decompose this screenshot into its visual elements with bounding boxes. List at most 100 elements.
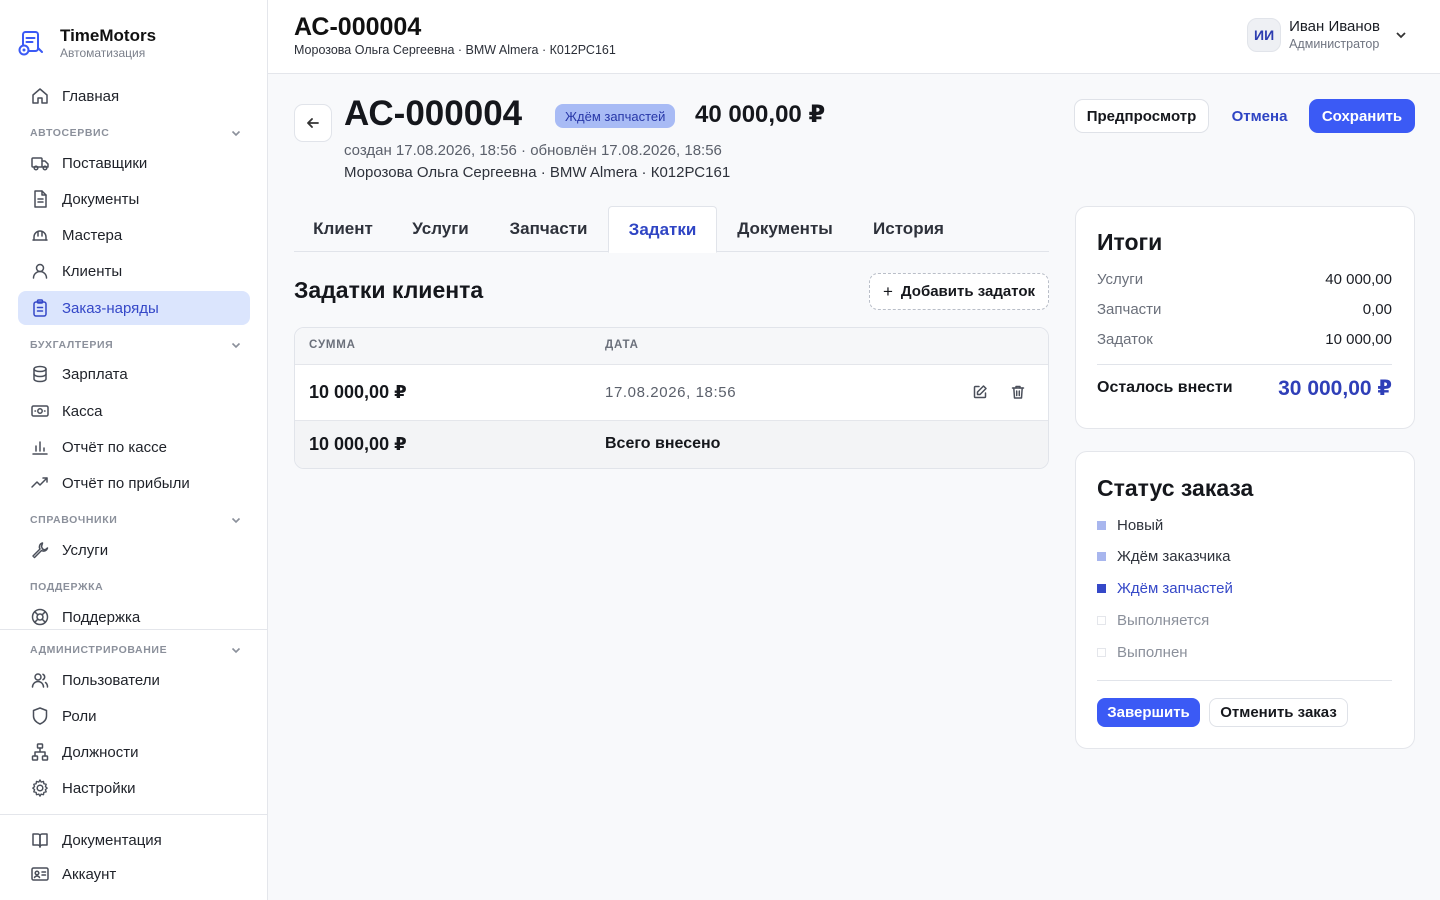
summary-value: 10 000,00	[1325, 331, 1392, 348]
status-marker	[1097, 616, 1106, 625]
status-step-waiting-parts[interactable]: Ждём запчастей	[1097, 580, 1233, 597]
status-step-done[interactable]: Выполнен	[1097, 644, 1188, 661]
sidebar-item-users[interactable]: Пользователи	[18, 663, 250, 697]
status-badge: Ждём запчастей	[555, 104, 676, 128]
sidebar-item-label: Клиенты	[62, 262, 123, 280]
sidebar-item-salary[interactable]: Зарплата	[18, 357, 250, 391]
tab-services[interactable]: Услуги	[392, 206, 489, 252]
summary-label: Задаток	[1097, 331, 1153, 348]
section-label: СПРАВОЧНИКИ	[30, 514, 118, 526]
sidebar-item-home[interactable]: Главная	[18, 79, 250, 113]
sidebar-item-masters[interactable]: Мастера	[18, 218, 250, 252]
section-label: ПОДДЕРЖКА	[30, 581, 104, 593]
section-accounting[interactable]: БУХГАЛТЕРИЯ	[30, 336, 242, 354]
order-meta: создан 17.08.2026, 18:56 · обновлён 17.0…	[344, 142, 722, 159]
tab-documents[interactable]: Документы	[717, 206, 853, 252]
remaining-label: Осталось внести	[1097, 379, 1233, 396]
user-role: Администратор	[1289, 37, 1380, 51]
section-label: АВТОСЕРВИС	[30, 127, 110, 139]
section-autoservice[interactable]: АВТОСЕРВИС	[30, 124, 242, 142]
summary-label: Услуги	[1097, 271, 1144, 288]
section-label: АДМИНИСТРИРОВАНИЕ	[30, 644, 168, 656]
sidebar-item-label: Настройки	[62, 779, 136, 797]
summary-row-parts: Запчасти 0,00	[1097, 301, 1392, 318]
cancel-order-button[interactable]: Отменить заказ	[1209, 698, 1348, 727]
table-row: 10 000,00 ₽ 17.08.2026, 18:56	[295, 365, 1048, 421]
sidebar-item-label: Главная	[62, 87, 120, 105]
sidebar-item-profit-report[interactable]: Отчёт по прибыли	[18, 466, 250, 500]
top-bar: АС-000004 Морозова Ольга Сергеевна · BMW…	[268, 0, 1440, 74]
sidebar: TimeMotors Автоматизация Главная АВТОСЕР…	[0, 0, 268, 900]
sidebar-item-services[interactable]: Услуги	[18, 533, 250, 567]
deposit-date: 17.08.2026, 18:56	[605, 384, 737, 401]
sidebar-item-label: Роли	[62, 707, 97, 725]
sidebar-item-suppliers[interactable]: Поставщики	[18, 146, 250, 180]
deposit-amount: 10 000,00 ₽	[309, 382, 407, 402]
brand-subtitle: Автоматизация	[60, 46, 146, 60]
sidebar-item-orders[interactable]: Заказ-наряды	[18, 291, 250, 325]
sidebar-item-documentation[interactable]: Документация	[18, 823, 250, 857]
sidebar-item-roles[interactable]: Роли	[18, 699, 250, 733]
sidebar-item-label: Касса	[62, 402, 103, 420]
add-deposit-label: Добавить задаток	[900, 283, 1036, 300]
summary-value: 0,00	[1362, 301, 1392, 318]
arrow-left-icon	[307, 118, 319, 128]
total-deposited-label: Всего внесено	[605, 435, 721, 452]
chevron-down-icon	[231, 130, 241, 137]
sidebar-item-label: Мастера	[62, 226, 123, 244]
total-deposited-amount: 10 000,00 ₽	[309, 434, 407, 454]
status-step-label: Выполнен	[1117, 644, 1188, 661]
status-divider	[1097, 680, 1392, 681]
summary-title: Итоги	[1097, 229, 1163, 255]
preview-button[interactable]: Предпросмотр	[1074, 99, 1209, 133]
sidebar-item-cashbox[interactable]: Касса	[18, 394, 250, 428]
user-menu[interactable]: ИИ Иван Иванов Администратор	[1247, 18, 1408, 52]
plus-icon: +	[882, 281, 893, 301]
tab-client[interactable]: Клиент	[294, 206, 392, 252]
brand-name: TimeMotors	[60, 26, 157, 45]
tabs: Клиент Услуги Запчасти Задатки Документы…	[294, 206, 1049, 253]
users-icon	[30, 670, 50, 690]
coins-icon	[30, 364, 50, 384]
tab-parts[interactable]: Запчасти	[489, 206, 608, 252]
status-step-new[interactable]: Новый	[1097, 517, 1163, 534]
sidebar-item-label: Документация	[62, 831, 162, 849]
cancel-button[interactable]: Отмена	[1222, 99, 1297, 133]
sidebar-divider	[0, 814, 268, 815]
section-references[interactable]: СПРАВОЧНИКИ	[30, 511, 242, 529]
sidebar-item-account[interactable]: Аккаунт	[18, 857, 250, 891]
status-marker	[1097, 584, 1106, 593]
header-subtitle: Морозова Ольга Сергеевна · BMW Almera · …	[294, 43, 616, 57]
sidebar-item-cash-report[interactable]: Отчёт по кассе	[18, 430, 250, 464]
order-status-title: Статус заказа	[1097, 475, 1254, 501]
tab-deposits[interactable]: Задатки	[608, 206, 717, 253]
book-icon	[30, 830, 50, 850]
sidebar-item-label: Документы	[62, 190, 140, 208]
avatar: ИИ	[1247, 18, 1282, 52]
trending-up-icon	[30, 473, 50, 493]
sidebar-item-label: Должности	[62, 743, 139, 761]
finish-order-button[interactable]: Завершить	[1097, 698, 1200, 727]
table-footer: 10 000,00 ₽ Всего внесено	[295, 421, 1048, 468]
sidebar-item-label: Поставщики	[62, 154, 148, 172]
status-step-waiting-customer[interactable]: Ждём заказчика	[1097, 548, 1231, 565]
section-administration[interactable]: АДМИНИСТРИРОВАНИЕ	[30, 641, 242, 659]
sidebar-item-clients[interactable]: Клиенты	[18, 254, 250, 288]
chevron-down-icon	[231, 647, 241, 654]
add-deposit-button[interactable]: + Добавить задаток	[869, 273, 1049, 310]
tab-history[interactable]: История	[853, 206, 964, 252]
status-marker	[1097, 552, 1106, 561]
brand[interactable]: TimeMotors Автоматизация	[16, 26, 156, 60]
status-step-label: Выполняется	[1117, 612, 1210, 629]
sidebar-item-settings[interactable]: Настройки	[18, 771, 250, 805]
back-button[interactable]	[294, 104, 332, 142]
status-step-in-progress[interactable]: Выполняется	[1097, 612, 1209, 629]
sidebar-item-positions[interactable]: Должности	[18, 735, 250, 769]
save-button[interactable]: Сохранить	[1309, 99, 1415, 133]
trash-icon[interactable]	[1010, 384, 1028, 402]
edit-icon[interactable]	[972, 384, 990, 402]
deposits-title: Задатки клиента	[294, 277, 484, 303]
user-name: Иван Иванов	[1289, 18, 1380, 35]
remaining-value: 30 000,00 ₽	[1278, 377, 1392, 400]
sidebar-item-documents[interactable]: Документы	[18, 182, 250, 216]
